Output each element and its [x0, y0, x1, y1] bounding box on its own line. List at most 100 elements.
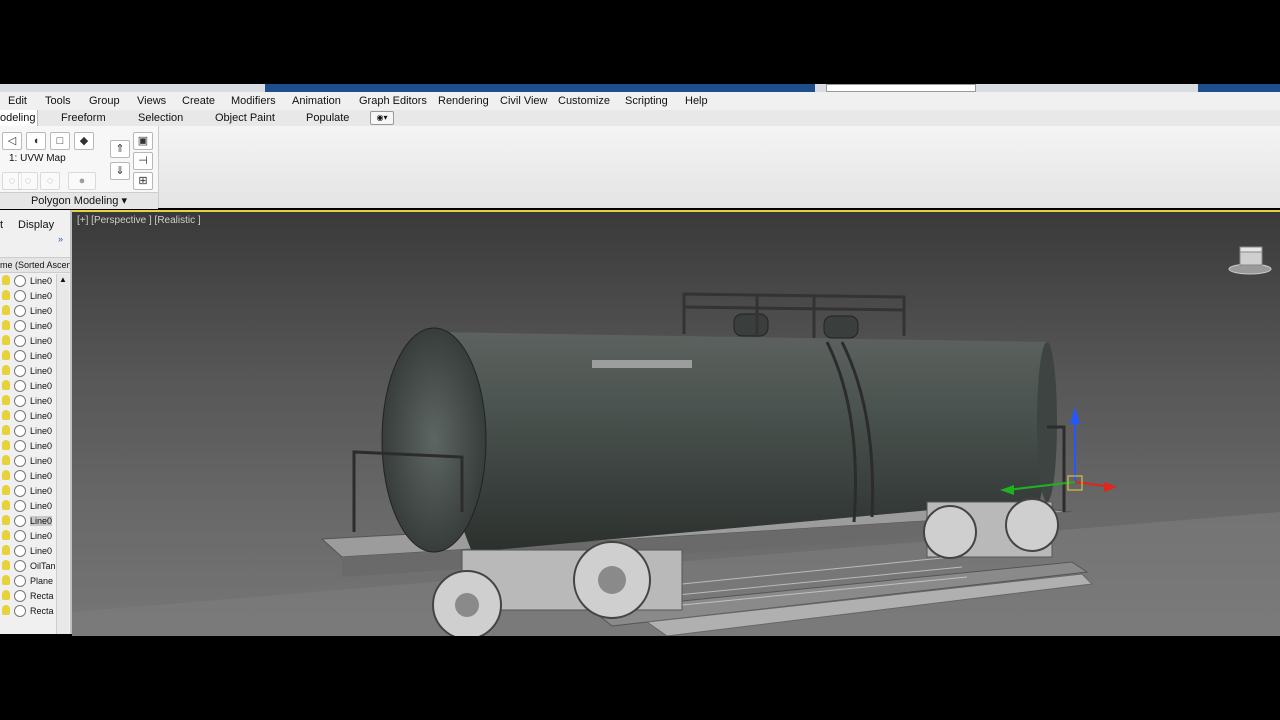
- panel-label-dropdown[interactable]: Polygon Modeling ▾: [0, 192, 158, 209]
- tab-populate[interactable]: Populate: [306, 112, 349, 124]
- list-item[interactable]: Line0: [0, 409, 56, 424]
- show-result-icon[interactable]: ▣: [133, 132, 153, 150]
- menu-group[interactable]: Group: [89, 95, 120, 107]
- list-item[interactable]: Plane: [0, 574, 56, 589]
- list-item[interactable]: Recta: [0, 589, 56, 604]
- light-bulb-icon[interactable]: [2, 410, 10, 420]
- tab-freeform[interactable]: Freeform: [61, 112, 106, 124]
- list-item[interactable]: OilTan: [0, 559, 56, 574]
- light-bulb-icon[interactable]: [2, 470, 10, 480]
- list-item[interactable]: Line0: [0, 424, 56, 439]
- light-bulb-icon[interactable]: [2, 605, 10, 615]
- move-down-icon[interactable]: ⇓: [110, 162, 130, 180]
- freeze-icon[interactable]: [14, 500, 26, 512]
- sort-header[interactable]: me (Sorted Ascen: [0, 257, 70, 273]
- light-bulb-icon[interactable]: [2, 425, 10, 435]
- list-item[interactable]: Line0: [0, 529, 56, 544]
- configure-sets-icon[interactable]: ⊞: [133, 172, 153, 190]
- light-bulb-icon[interactable]: [2, 515, 10, 525]
- tab-partial[interactable]: t: [0, 219, 3, 231]
- light-bulb-icon[interactable]: [2, 590, 10, 600]
- freeze-icon[interactable]: [14, 335, 26, 347]
- freeze-icon[interactable]: [14, 560, 26, 572]
- menu-scripting[interactable]: Scripting: [625, 95, 668, 107]
- light-bulb-icon[interactable]: [2, 440, 10, 450]
- light-bulb-icon[interactable]: [2, 455, 10, 465]
- light-bulb-icon[interactable]: [2, 305, 10, 315]
- freeze-icon[interactable]: [14, 545, 26, 557]
- menu-civil-view[interactable]: Civil View: [500, 95, 547, 107]
- menu-create[interactable]: Create: [182, 95, 215, 107]
- edge-icon[interactable]: ◖: [26, 132, 46, 150]
- light-bulb-icon[interactable]: [2, 575, 10, 585]
- light-bulb-icon[interactable]: [2, 350, 10, 360]
- list-item[interactable]: Line0: [0, 319, 56, 334]
- freeze-icon[interactable]: [14, 305, 26, 317]
- list-item[interactable]: Line0: [0, 364, 56, 379]
- list-item[interactable]: Line0: [0, 514, 56, 529]
- list-item[interactable]: Line0: [0, 484, 56, 499]
- light-bulb-icon[interactable]: [2, 545, 10, 555]
- menu-customize[interactable]: Customize: [558, 95, 610, 107]
- scroll-up-icon[interactable]: ▲: [59, 275, 67, 284]
- freeze-icon[interactable]: [14, 455, 26, 467]
- light-bulb-icon[interactable]: [2, 365, 10, 375]
- freeze-icon[interactable]: [14, 590, 26, 602]
- light-bulb-icon[interactable]: [2, 560, 10, 570]
- border-icon[interactable]: □: [50, 132, 70, 150]
- list-item[interactable]: Line0: [0, 379, 56, 394]
- freeze-icon[interactable]: [14, 470, 26, 482]
- light-bulb-icon[interactable]: [2, 335, 10, 345]
- tab-modeling[interactable]: odeling: [0, 110, 38, 126]
- freeze-icon[interactable]: [14, 515, 26, 527]
- list-item[interactable]: Line0: [0, 304, 56, 319]
- list-item[interactable]: Line0: [0, 349, 56, 364]
- vertex-icon[interactable]: ◁: [2, 132, 22, 150]
- move-up-icon[interactable]: ⇑: [110, 140, 130, 158]
- ribbon-options-dropdown[interactable]: ◉▾: [370, 111, 394, 125]
- menu-help[interactable]: Help: [685, 95, 708, 107]
- list-item[interactable]: Line0: [0, 289, 56, 304]
- freeze-icon[interactable]: [14, 290, 26, 302]
- perspective-viewport[interactable]: [+] [Perspective ] [Realistic ]: [72, 210, 1280, 636]
- menu-animation[interactable]: Animation: [292, 95, 341, 107]
- menu-views[interactable]: Views: [137, 95, 166, 107]
- light-bulb-icon[interactable]: [2, 290, 10, 300]
- scrollbar[interactable]: ▲: [56, 274, 69, 634]
- menu-graph-editors[interactable]: Graph Editors: [359, 95, 427, 107]
- light-bulb-icon[interactable]: [2, 500, 10, 510]
- light-bulb-icon[interactable]: [2, 395, 10, 405]
- freeze-icon[interactable]: [14, 365, 26, 377]
- light-bulb-icon[interactable]: [2, 380, 10, 390]
- search-field[interactable]: [826, 84, 976, 92]
- menu-edit[interactable]: Edit: [8, 95, 27, 107]
- freeze-icon[interactable]: [14, 320, 26, 332]
- tab-display[interactable]: Display: [18, 219, 54, 231]
- pin-stack-icon[interactable]: ⊣: [133, 152, 153, 170]
- light-bulb-icon[interactable]: [2, 275, 10, 285]
- light-bulb-icon[interactable]: [2, 530, 10, 540]
- list-item[interactable]: Line0: [0, 469, 56, 484]
- freeze-icon[interactable]: [14, 410, 26, 422]
- list-item[interactable]: Line0: [0, 334, 56, 349]
- freeze-icon[interactable]: [14, 485, 26, 497]
- polygon-icon[interactable]: ◆: [74, 132, 94, 150]
- freeze-icon[interactable]: [14, 605, 26, 617]
- expand-icon[interactable]: »: [58, 234, 63, 244]
- freeze-icon[interactable]: [14, 575, 26, 587]
- list-item[interactable]: Line0: [0, 394, 56, 409]
- freeze-icon[interactable]: [14, 350, 26, 362]
- menu-modifiers[interactable]: Modifiers: [231, 95, 276, 107]
- list-item[interactable]: Line0: [0, 454, 56, 469]
- light-bulb-icon[interactable]: [2, 485, 10, 495]
- light-bulb-icon[interactable]: [2, 320, 10, 330]
- menu-rendering[interactable]: Rendering: [438, 95, 489, 107]
- freeze-icon[interactable]: [14, 380, 26, 392]
- tab-object-paint[interactable]: Object Paint: [215, 112, 275, 124]
- list-item[interactable]: Recta: [0, 604, 56, 619]
- freeze-icon[interactable]: [14, 530, 26, 542]
- tab-selection[interactable]: Selection: [138, 112, 183, 124]
- freeze-icon[interactable]: [14, 275, 26, 287]
- freeze-icon[interactable]: [14, 425, 26, 437]
- menu-tools[interactable]: Tools: [45, 95, 71, 107]
